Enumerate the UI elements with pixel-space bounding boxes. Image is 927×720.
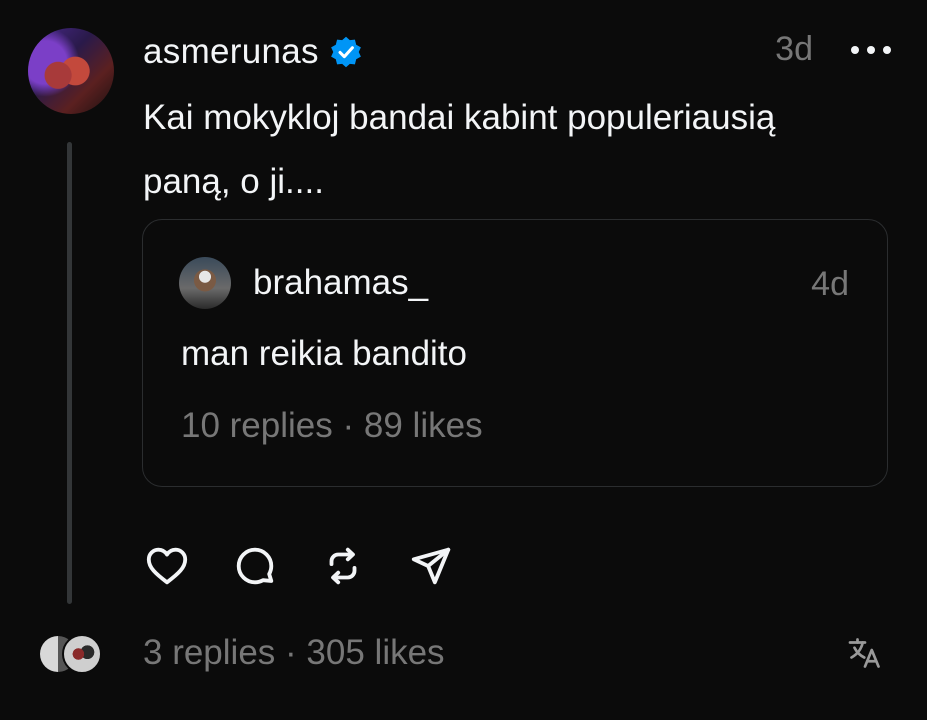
likes-count[interactable]: 305 likes: [306, 633, 444, 672]
comment-icon: [236, 547, 274, 585]
reply-avatar-2: [62, 634, 102, 674]
quoted-replies-count[interactable]: 10 replies: [181, 406, 333, 445]
heart-icon: [146, 547, 188, 585]
post-username[interactable]: asmerunas: [143, 32, 319, 72]
quoted-stats: 10 replies · 89 likes: [181, 406, 483, 446]
replies-count[interactable]: 3 replies: [143, 633, 275, 672]
post-text: Kai mokykloj bandai kabint populeriausią…: [143, 98, 776, 201]
translate-icon[interactable]: [847, 635, 883, 671]
reply-avatars[interactable]: [40, 634, 104, 674]
comment-button[interactable]: [231, 542, 279, 590]
like-button[interactable]: [143, 542, 191, 590]
quoted-author-avatar[interactable]: [179, 257, 231, 309]
quoted-time: 4d: [811, 265, 849, 303]
quoted-text: man reikia bandito: [181, 334, 467, 373]
quoted-username[interactable]: brahamas_: [253, 263, 428, 303]
thread-line: [67, 142, 72, 604]
post-stats: 3 replies · 305 likes: [143, 633, 445, 673]
share-icon: [411, 547, 451, 585]
quoted-likes-count[interactable]: 89 likes: [364, 406, 483, 445]
share-button[interactable]: [407, 542, 455, 590]
verified-badge-icon: [330, 36, 361, 68]
post-time: 3d: [775, 30, 813, 68]
stats-separator: ·: [285, 633, 297, 672]
post-header: asmerunas: [143, 28, 363, 76]
action-bar: [143, 541, 495, 591]
quoted-post-card[interactable]: brahamas_ 4d man reikia bandito 10 repli…: [142, 219, 888, 487]
quoted-stats-separator: ·: [342, 406, 355, 445]
repost-button[interactable]: [319, 542, 367, 590]
post-author-avatar[interactable]: [28, 28, 114, 114]
repost-icon: [329, 547, 357, 585]
more-options-icon[interactable]: [851, 46, 891, 56]
